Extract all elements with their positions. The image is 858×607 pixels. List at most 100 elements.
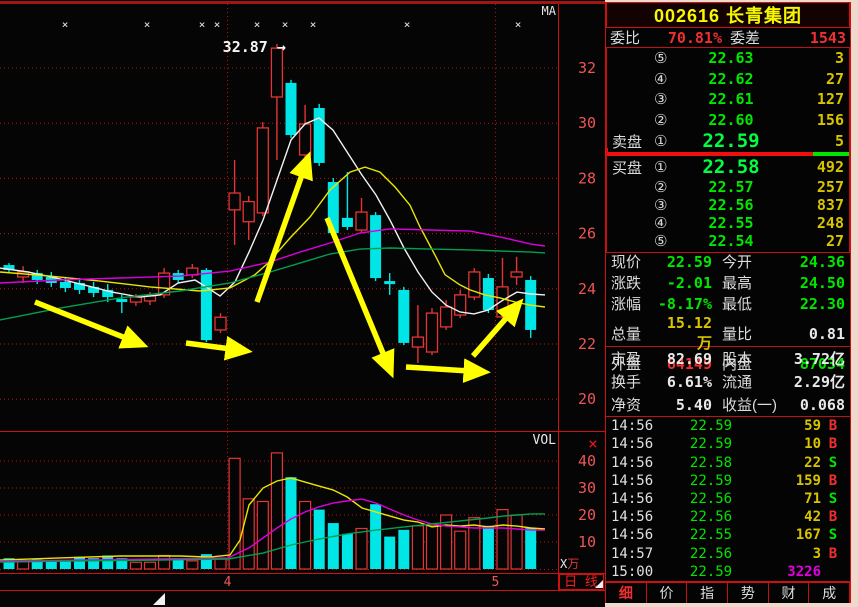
candle-body-down <box>60 282 71 288</box>
event-marker-icon: × <box>404 18 411 31</box>
order-book-row-buy[interactable]: ③22.56837 <box>607 196 849 214</box>
volume-axis-label: 20 <box>578 506 596 524</box>
stat-label: 收益(一) <box>712 394 786 415</box>
month-axis-label: 4 <box>224 575 232 590</box>
order-book: ⑤22.633④22.6227③22.61127②22.60156卖盘①22.5… <box>606 47 850 253</box>
chart-top-border <box>0 1 605 4</box>
stat-label: 今开 <box>712 251 786 272</box>
tick-row[interactable]: 14:5622.5671S <box>606 490 850 508</box>
buy-price: 22.57 <box>680 178 782 196</box>
volume-bar-up <box>271 453 282 569</box>
volume-bar-up <box>455 531 466 569</box>
tab-细[interactable]: 细 <box>606 583 647 603</box>
tick-row[interactable]: 14:5622.55167S <box>606 526 850 544</box>
buy-price: 22.58 <box>680 156 782 178</box>
ma-indicator-label: MA <box>542 4 557 18</box>
tick-price: 22.59 <box>659 418 763 434</box>
tab-指[interactable]: 指 <box>687 583 728 603</box>
stat-label: 流通 <box>712 371 786 392</box>
stat-value: 6.61% <box>653 373 712 391</box>
order-book-row-buy[interactable]: 买盘①22.58492 <box>607 156 849 178</box>
tick-time: 14:56 <box>611 491 659 507</box>
buy-price: 22.56 <box>680 196 782 214</box>
tick-row[interactable]: 14:5622.5642B <box>606 508 850 526</box>
volume-axis-label: 10 <box>578 533 596 551</box>
buy-levels: 买盘①22.58492②22.57257③22.56837④22.55248⑤2… <box>607 156 849 250</box>
level-number: ④ <box>654 70 680 88</box>
tick-row[interactable]: 14:5722.563B <box>606 545 850 563</box>
level-number: ④ <box>654 214 680 232</box>
volume-bar-down <box>483 526 494 569</box>
tab-势[interactable]: 势 <box>728 583 769 603</box>
order-book-row-sell[interactable]: ②22.60156 <box>607 110 849 131</box>
volume-bar-down <box>384 537 395 569</box>
order-book-row-buy[interactable]: ②22.57257 <box>607 178 849 196</box>
tick-row[interactable]: 15:0022.593226 <box>606 563 850 581</box>
candlestick-chart[interactable]: 323028262422204540302010×××××××××32.87 →… <box>0 0 605 607</box>
tab-财[interactable]: 财 <box>769 583 810 603</box>
tick-side-flag: S <box>821 527 845 543</box>
volume-bar-up <box>427 526 438 569</box>
buy-volume: 837 <box>782 196 844 214</box>
tick-row[interactable]: 14:5622.5822S <box>606 453 850 471</box>
tick-side-flag: B <box>821 509 845 525</box>
event-marker-icon: × <box>199 18 206 31</box>
order-book-row-sell[interactable]: ③22.61127 <box>607 89 849 110</box>
sell-price: 22.63 <box>680 49 782 67</box>
close-indicator-icon[interactable]: × <box>588 434 598 453</box>
tick-side-flag: B <box>821 473 845 489</box>
tick-volume: 10 <box>763 436 821 452</box>
tick-price: 22.56 <box>659 546 763 562</box>
tick-time: 14:56 <box>611 455 659 471</box>
level-number: ③ <box>654 196 680 214</box>
volume-bar-down <box>286 477 297 569</box>
sell-price: 22.60 <box>680 111 782 129</box>
candle-body-up <box>229 193 240 210</box>
volume-bar-up <box>356 529 367 570</box>
level-number: ① <box>654 158 680 176</box>
event-marker-icon: × <box>214 18 221 31</box>
tick-row[interactable]: 14:5622.59159B <box>606 472 850 490</box>
stat-label: 最高 <box>712 272 786 293</box>
sell-label: 卖盘 <box>612 131 654 152</box>
volume-bar-down <box>46 561 57 569</box>
order-book-row-buy[interactable]: ④22.55248 <box>607 214 849 232</box>
price-axis-label: 32 <box>578 59 596 77</box>
candle-body-up <box>356 212 367 230</box>
stat-label: 总量 <box>611 323 653 344</box>
level-number: ③ <box>654 90 680 108</box>
candle-body-up <box>427 313 438 352</box>
window-frame-bottom <box>605 603 858 607</box>
tick-row[interactable]: 14:5622.5910B <box>606 435 850 453</box>
tick-price: 22.58 <box>659 455 763 471</box>
tick-price: 22.59 <box>659 564 763 580</box>
period-label[interactable]: 日 线 <box>564 575 598 590</box>
stock-app-window: { "title_bar": {"text": "002616 长青集团"}, … <box>0 0 858 607</box>
stat-value: 24.50 <box>786 274 845 292</box>
level-number: ② <box>654 111 680 129</box>
tick-list[interactable]: 14:5622.5959B14:5622.5910B14:5622.5822S1… <box>606 417 850 582</box>
tick-side-flag: S <box>821 491 845 507</box>
order-book-row-sell[interactable]: 卖盘①22.595 <box>607 130 849 152</box>
candle-body-down <box>384 281 395 284</box>
stat-row: 净资5.40收益(一)0.068 <box>606 393 850 416</box>
tab-价[interactable]: 价 <box>647 583 688 603</box>
quote-stats-primary: 现价22.59今开24.36涨跌-2.01最高24.50涨幅-8.17%最低22… <box>606 251 850 347</box>
price-axis-label: 28 <box>578 169 596 187</box>
tick-row[interactable]: 14:5622.5959B <box>606 417 850 435</box>
weibi-label: 委比 <box>610 27 654 48</box>
order-book-row-sell[interactable]: ⑤22.633 <box>607 48 849 69</box>
stat-value: -8.17% <box>653 295 712 313</box>
stock-title: 002616 长青集团 <box>654 2 802 28</box>
stat-value: 2.29亿 <box>786 371 845 392</box>
chart-panel[interactable]: 323028262422204540302010×××××××××32.87 →… <box>0 0 605 607</box>
order-book-row-buy[interactable]: ⑤22.5427 <box>607 232 849 250</box>
candle-body-up <box>441 307 452 327</box>
volume-bar-up <box>130 562 141 569</box>
tick-volume: 167 <box>763 527 821 543</box>
tick-time: 14:56 <box>611 527 659 543</box>
volume-axis-label: 40 <box>578 452 596 470</box>
tab-成[interactable]: 成 <box>809 583 850 603</box>
order-book-row-sell[interactable]: ④22.6227 <box>607 69 849 90</box>
tick-volume: 3226 <box>763 564 821 580</box>
